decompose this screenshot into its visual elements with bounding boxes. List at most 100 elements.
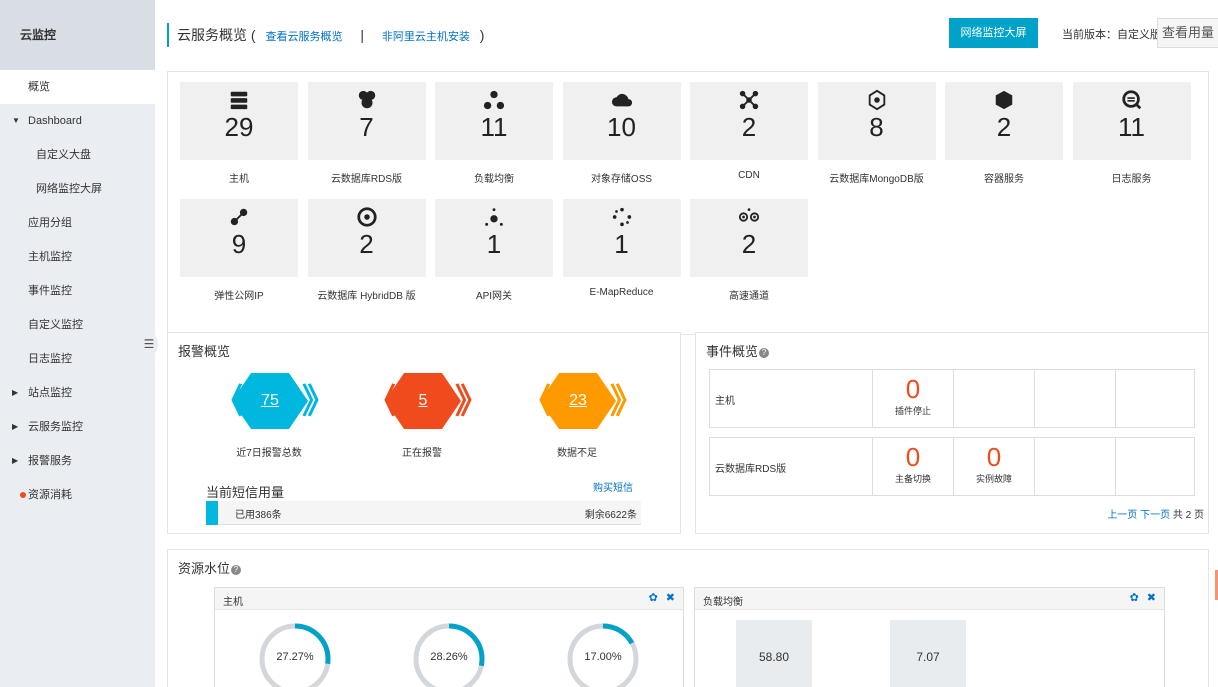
service-tile[interactable]: 1	[435, 199, 553, 277]
service-label: 云数据库MongoDB版	[829, 174, 924, 185]
service-label: 弹性公网IP	[214, 291, 264, 302]
close-icon[interactable]: ✖	[666, 592, 675, 604]
sidebar-item[interactable]: 应用分组	[0, 206, 155, 240]
sidebar-item[interactable]: ▶ 报警服务	[0, 444, 155, 478]
service-label: E-MapReduce	[589, 287, 654, 298]
buy-sms-link[interactable]: 购买短信	[593, 479, 633, 494]
view-usage-button[interactable]: 查看用量	[1157, 18, 1218, 48]
lb-value-box: 7.07	[890, 620, 966, 687]
sidebar-item-label: 概览	[28, 81, 50, 93]
service-tile[interactable]: 2	[690, 82, 808, 160]
lb-panel-header: 负载均衡 ✿ ✖	[695, 588, 1164, 610]
network-big-screen-button[interactable]: 网络监控大屏	[949, 18, 1038, 48]
sidebar-item[interactable]: 事件监控	[0, 274, 155, 308]
service-count: 2	[741, 229, 757, 259]
event-cell	[1115, 438, 1196, 495]
next-page-link[interactable]: 下一页	[1140, 510, 1170, 521]
close-icon[interactable]: ✖	[1147, 592, 1156, 604]
collapse-sidebar-icon[interactable]: ☰	[140, 327, 158, 361]
event-resource-name: 云数据库RDS版	[715, 464, 787, 475]
paren-open: (	[250, 27, 256, 43]
chevron-right-icon: 》	[302, 383, 336, 421]
service-count: 1	[486, 229, 502, 259]
service-tile[interactable]: 29	[180, 82, 298, 160]
alarm-stat: 《 23 》	[522, 373, 644, 431]
rds-icon	[308, 82, 426, 112]
sidebar-item[interactable]: 资源消耗	[0, 478, 155, 512]
non-aliyun-install-link[interactable]: 非阿里云主机安装	[382, 31, 470, 43]
event-overview-panel: 事件概览? 主机 0 插件停止 云数据库RDS版 0 主备切换 0 实例故障 上一页 下一页 …	[695, 332, 1209, 534]
sidebar-title: 云监控	[0, 0, 155, 70]
service-count: 11	[1118, 112, 1145, 142]
event-type-label: 主备切换	[894, 474, 931, 484]
event-cell[interactable]: 0 主备切换	[872, 438, 953, 495]
service-count: 9	[231, 229, 247, 259]
service-count: 29	[224, 112, 254, 142]
usage-gauge: 28.26%	[412, 622, 486, 687]
service-label: 对象存储OSS	[590, 174, 653, 185]
service-tile[interactable]: 9	[180, 199, 298, 277]
sidebar-item[interactable]: 自定义大盘	[0, 138, 155, 172]
sidebar-item[interactable]: ▶ 云服务监控	[0, 410, 155, 444]
sidebar-item[interactable]: ▶ 站点监控	[0, 376, 155, 410]
view-overview-link[interactable]: 查看云服务概览	[265, 31, 342, 43]
sidebar-item-label: 资源消耗	[28, 489, 72, 501]
oss-icon	[563, 82, 681, 112]
host-resource-panel: 主机 ✿ ✖ 27.27% 28.26% 17.00%	[214, 587, 684, 687]
gauge-value: 17.00%	[584, 651, 622, 663]
total-pages-text: 共 2 页	[1172, 510, 1204, 521]
express-connect-icon	[690, 199, 808, 229]
service-tile[interactable]: 2	[690, 199, 808, 277]
resource-panel-title-text: 资源水位	[178, 561, 231, 576]
alarm-stat-label: 数据不足	[557, 448, 597, 459]
usage-gauge: 17.00%	[566, 622, 640, 687]
api-gateway-icon	[435, 199, 553, 229]
service-tile[interactable]: 1	[562, 199, 681, 277]
event-pager: 上一页 下一页 共 2 页	[1107, 506, 1204, 521]
sidebar-item-label: Dashboard	[28, 115, 82, 127]
caret-right-icon: ▶	[12, 422, 19, 431]
sidebar-item[interactable]: 自定义监控	[0, 308, 155, 342]
sidebar-menu: 概览 ▼ Dashboard 自定义大盘网络监控大屏应用分组 主机监控 事件监控 自定义监控…	[0, 70, 155, 512]
gauge-value: 28.26%	[430, 651, 468, 663]
paren-close: )	[479, 27, 485, 43]
status-dot-icon	[20, 492, 26, 498]
gear-icon[interactable]: ✿	[649, 592, 658, 604]
service-tile[interactable]: 7	[307, 82, 426, 160]
event-cell	[1034, 438, 1115, 495]
sidebar-item[interactable]: 概览	[0, 70, 155, 104]
sidebar-item[interactable]: 网络监控大屏	[0, 172, 155, 206]
alarm-stat: 《 75 》	[214, 373, 336, 431]
service-tile[interactable]: 2	[945, 82, 1063, 160]
service-tile[interactable]: 2	[307, 199, 426, 277]
sidebar-item-label: 网络监控大屏	[36, 183, 102, 195]
event-cell[interactable]: 0 插件停止	[872, 370, 953, 427]
page-header: 云服务概览 ( 查看云服务概览 | 非阿里云主机安装 ) 网络监控大屏 当前版本…	[155, 0, 1218, 70]
sidebar-item[interactable]: 主机监控	[0, 240, 155, 274]
chevron-right-icon: 》	[455, 383, 489, 421]
version-text: 当前版本：自定义版	[1062, 29, 1161, 41]
event-cell[interactable]: 0 实例故障	[953, 438, 1034, 495]
sms-usage-bar: 已用386条 剩余6622条	[206, 501, 641, 525]
emapreduce-icon	[563, 199, 681, 229]
service-tile[interactable]: 11	[1072, 82, 1191, 160]
service-label: API网关	[475, 291, 513, 302]
prev-page-link[interactable]: 上一页	[1107, 510, 1137, 521]
eip-icon	[180, 199, 298, 229]
caret-down-icon: ▼	[12, 116, 20, 125]
service-tile[interactable]: 8	[817, 82, 936, 160]
service-tile[interactable]: 10	[562, 82, 681, 160]
sms-used-text: 已用386条	[235, 510, 282, 521]
sidebar-item[interactable]: ▼ Dashboard	[0, 104, 155, 138]
help-icon[interactable]: ?	[231, 564, 242, 575]
load-balancer-icon	[435, 82, 553, 112]
sms-usage-title: 当前短信用量	[206, 485, 285, 500]
gear-icon[interactable]: ✿	[1130, 592, 1139, 604]
service-label: 负载均衡	[474, 174, 514, 185]
sidebar-item[interactable]: 日志监控	[0, 342, 155, 376]
service-tile[interactable]: 11	[435, 82, 553, 160]
help-icon[interactable]: ?	[759, 347, 770, 358]
alarm-overview-panel: 报警概览 《 75 》近7日报警总数 《 5 》正在报警 《 23 》数据不足 当前短信用量 购…	[167, 332, 681, 534]
host-panel-header: 主机 ✿ ✖	[215, 588, 683, 610]
panel-tools: ✿ ✖	[1122, 591, 1156, 604]
